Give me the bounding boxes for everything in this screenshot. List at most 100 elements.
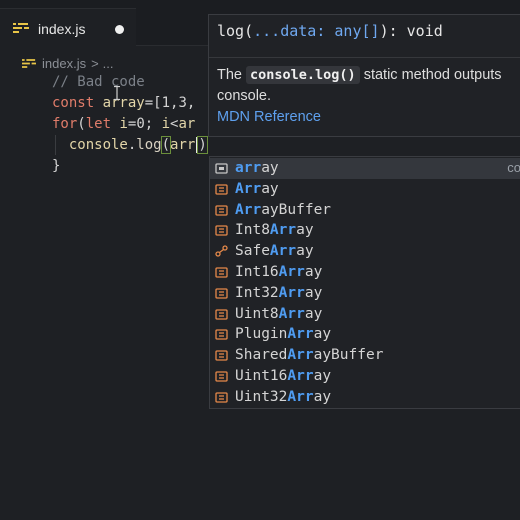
code-line[interactable]: const array=[1,3,	[52, 93, 207, 114]
suggestion-text: Uint16	[235, 368, 288, 384]
class-icon	[215, 392, 228, 403]
mdn-reference-link[interactable]: MDN Reference	[217, 109, 321, 125]
suggestion-text: Int8	[235, 222, 270, 239]
suggestion-text: ay	[313, 388, 332, 405]
class-icon	[215, 371, 228, 382]
breadcrumb-file[interactable]: index.js	[42, 56, 86, 71]
suggestion-item[interactable]: array co	[210, 158, 520, 179]
code-line[interactable]: for(let i=0; i<ar	[52, 114, 207, 135]
suggestion-match: Arr	[278, 264, 305, 280]
code-token: const	[52, 95, 103, 111]
suggestion-item[interactable]: Uint16Array	[210, 366, 520, 387]
suggestion-item[interactable]: PluginArray	[210, 324, 520, 345]
unsaved-dot-icon[interactable]	[115, 25, 124, 34]
suggestion-text: Shared	[235, 347, 288, 364]
suggestion-match: Arr	[278, 305, 305, 322]
suggestion-label: PluginArray	[235, 325, 331, 344]
code-token: (	[160, 136, 172, 154]
class-icon	[215, 308, 228, 320]
doc-text-2: static method outputs	[359, 67, 502, 83]
suggestion-item[interactable]: ArrayBuffer	[210, 200, 520, 221]
suggestion-label: ArrayBuffer	[235, 201, 331, 220]
tab-index-js[interactable]: index.js	[0, 8, 136, 47]
sig-param: data:	[280, 22, 335, 40]
variable-icon	[215, 163, 228, 174]
suggestion-text: ay	[304, 264, 323, 280]
code-line[interactable]: // Bad code	[52, 72, 207, 93]
suggestion-label: Uint16Array	[235, 367, 331, 386]
suggestion-text: ay	[296, 222, 314, 239]
breadcrumb-separator: >	[91, 55, 99, 71]
suggestion-match: Arr	[235, 180, 262, 197]
suggestion-match: arr	[235, 160, 262, 176]
suggestion-item[interactable]: Int32Array	[210, 283, 520, 304]
suggestion-label: Array	[235, 180, 279, 199]
suggestion-detail: co	[507, 160, 520, 175]
code-token: arr	[170, 137, 196, 153]
code-token: console	[52, 137, 128, 153]
suggestion-text: ay	[313, 368, 332, 384]
suggestion-label: SafeArray	[235, 242, 314, 261]
code-editor[interactable]: // Bad code const array=[1,3, for(let i=0;…	[52, 72, 208, 177]
suggestion-match: Arr	[269, 243, 297, 260]
code-line[interactable]: console.log(arr)	[52, 135, 208, 156]
javascript-file-icon	[13, 23, 29, 33]
suggestion-match: Arr	[269, 222, 297, 239]
suggestion-item[interactable]: Int16Array	[210, 262, 520, 283]
suggestion-text: ayBuffer	[261, 201, 332, 218]
suggestion-label: Int8Array	[235, 221, 314, 240]
code-token: let	[85, 116, 120, 132]
signature: log(...data: any[]): void	[217, 22, 443, 40]
suggestion-text: Uint8	[235, 305, 279, 322]
suggestion-match: Arr	[287, 388, 314, 405]
suggestion-text: ay	[304, 305, 323, 322]
suggestion-match: Arr	[287, 347, 314, 364]
suggestion-item[interactable]: SafeArray	[210, 241, 520, 262]
code-token: )	[197, 136, 208, 154]
suggestion-text: Int32	[235, 284, 279, 301]
suggestion-text: ay	[304, 284, 323, 301]
suggestion-text: Uint32	[235, 388, 288, 405]
code-token: i	[161, 116, 171, 132]
breadcrumb: index.js > ...	[22, 52, 114, 74]
parameter-hint-tooltip: log(...data: any[]): void The console.lo…	[208, 14, 520, 137]
class-icon	[215, 350, 228, 361]
class-icon	[215, 267, 228, 278]
suggestion-item[interactable]: Uint8Array	[210, 304, 520, 325]
suggestion-label: array	[235, 159, 279, 178]
code-token: for	[52, 116, 78, 132]
sig-type: any[]	[334, 22, 380, 40]
breadcrumb-symbol[interactable]: ...	[103, 56, 114, 71]
suggestion-text: ay	[296, 243, 314, 260]
class-icon	[215, 204, 228, 216]
tooltip-documentation: The console.log() static method outputs c…	[217, 65, 517, 107]
tooltip-divider	[209, 57, 520, 58]
suggestion-item[interactable]: Int8Array	[210, 220, 520, 241]
code-token: // Bad code	[52, 74, 145, 90]
suggestion-text: Plugin	[235, 326, 288, 343]
suggestion-text: ay	[261, 180, 279, 197]
suggestion-item[interactable]: SharedArrayBuffer	[210, 345, 520, 366]
code-token: =[1,3,	[144, 95, 196, 111]
doc-text-3: console.	[217, 88, 272, 104]
sig-prefix: log(	[217, 22, 254, 40]
interface-icon	[215, 245, 228, 257]
code-token: (	[77, 116, 86, 132]
tab-label: index.js	[38, 21, 86, 37]
suggestion-match: Arr	[235, 201, 262, 218]
suggestion-match: Arr	[287, 368, 314, 384]
suggestion-item[interactable]: Array	[210, 179, 520, 200]
sig-rest-dots: ...	[253, 22, 281, 40]
suggestion-label: Uint32Array	[235, 388, 331, 407]
code-token: array	[102, 95, 145, 111]
suggestion-label: Int16Array	[235, 263, 322, 282]
suggestion-label: Uint8Array	[235, 305, 322, 324]
suggestion-widget[interactable]: array co Array ArrayBuffer Int8Array SafeArra…	[209, 156, 520, 409]
code-line[interactable]: }	[52, 156, 207, 177]
suggestion-text: ay	[261, 160, 279, 176]
class-icon	[215, 329, 228, 341]
suggestion-match: Arr	[278, 284, 305, 301]
sig-suffix: ): void	[379, 22, 443, 40]
doc-code: console.log()	[246, 66, 360, 84]
suggestion-item[interactable]: Uint32Array	[210, 387, 520, 408]
